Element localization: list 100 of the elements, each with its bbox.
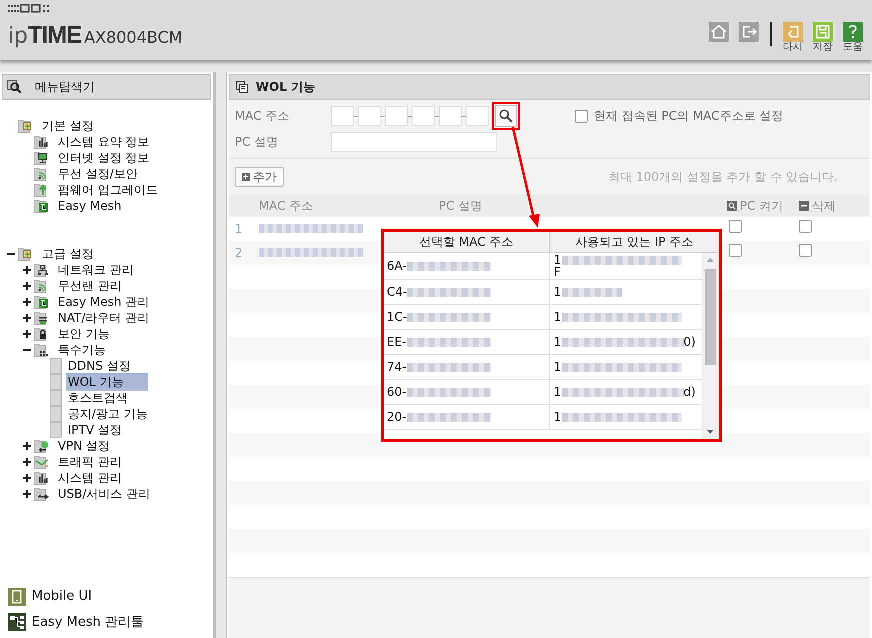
table-cell-text: 20- xyxy=(387,409,407,426)
menu-item[interactable]: USB/서비스 관리 xyxy=(56,485,152,503)
search-icon xyxy=(499,109,513,123)
mac-octet-field[interactable] xyxy=(466,106,489,126)
table-cell: 1 xyxy=(554,386,562,398)
menu-item[interactable]: WOL 기능 xyxy=(66,373,148,391)
checkbox[interactable] xyxy=(729,244,742,257)
menu-item[interactable]: 네트워크 관리 xyxy=(56,261,136,279)
checkbox[interactable] xyxy=(575,110,588,122)
menu-item[interactable]: 고급 설정 xyxy=(40,245,96,263)
expand-icon[interactable] xyxy=(23,458,31,466)
checkbox[interactable] xyxy=(799,220,812,233)
table-cell-text: F xyxy=(554,266,562,278)
menu-item[interactable]: 기본 설정 xyxy=(40,117,96,135)
field-label: MAC 주소 xyxy=(235,108,291,125)
checkbox[interactable] xyxy=(729,220,742,233)
menu-item[interactable]: 특수기능 xyxy=(56,341,108,359)
blurred-text xyxy=(562,288,622,296)
brand-name: TIME xyxy=(28,21,82,51)
expand-icon[interactable] xyxy=(23,330,31,338)
menu-item[interactable]: 시스템 관리 xyxy=(56,469,124,487)
undo-button[interactable]: 다시 xyxy=(782,22,804,54)
home-button[interactable] xyxy=(708,22,730,42)
mac-octet-field[interactable] xyxy=(412,106,435,126)
page-icon xyxy=(50,358,62,374)
window-icon xyxy=(236,81,248,93)
plus-icon xyxy=(242,173,250,181)
menu-item[interactable]: 펌웨어 업그레이드 xyxy=(56,181,160,199)
help-icon xyxy=(843,22,863,42)
menu-item[interactable]: IPTV 설정 xyxy=(66,421,124,439)
scrollbar[interactable] xyxy=(702,253,719,439)
menu-item[interactable]: 시스템 요약 정보 xyxy=(56,133,152,151)
expand-icon[interactable] xyxy=(23,282,31,290)
phone-icon xyxy=(8,588,26,606)
column-header: PC 설명 xyxy=(439,198,484,215)
menu-item[interactable]: 무선랜 관리 xyxy=(56,277,124,295)
search-button[interactable] xyxy=(495,105,517,127)
row-number: 2 xyxy=(234,245,244,262)
expand-icon[interactable] xyxy=(23,442,31,450)
undo-icon xyxy=(783,22,803,42)
table-cell: 1 xyxy=(554,286,562,298)
scrollbar-thumb[interactable] xyxy=(705,269,716,365)
menu-item[interactable]: 공지/광고 기능 xyxy=(66,405,150,423)
collapse-icon[interactable] xyxy=(7,250,15,258)
column-header: 삭제 xyxy=(812,198,836,215)
add-button[interactable]: 추가 xyxy=(235,167,284,187)
search-icon xyxy=(727,201,737,211)
footer-link[interactable]: Easy Mesh 관리툴 xyxy=(8,612,205,632)
model-name: AX8004BCM xyxy=(84,27,183,49)
table-cell: 1 xyxy=(554,254,562,266)
row-number: 1 xyxy=(234,221,244,238)
menu-item[interactable]: 호스트검색 xyxy=(66,389,130,407)
help-button[interactable]: 도움 xyxy=(842,22,864,54)
page-icon xyxy=(50,422,62,438)
table-cell: 1 xyxy=(554,311,562,323)
column-header: 선택할 MAC 주소 xyxy=(384,232,550,252)
panel-title: WOL 기능 xyxy=(256,79,316,96)
field-label: PC 설명 xyxy=(235,134,280,151)
collapse-icon[interactable] xyxy=(23,346,31,354)
checkbox-label: 현재 접속된 PC의 MAC주소로 설정 xyxy=(594,108,784,125)
table-cell-text: 60- xyxy=(387,384,407,401)
menu-item[interactable]: DDNS 설정 xyxy=(66,357,133,375)
minus-icon xyxy=(799,201,809,211)
mac-octet-field[interactable] xyxy=(439,106,462,126)
menu-item[interactable]: Easy Mesh xyxy=(56,197,124,215)
expand-icon[interactable] xyxy=(23,474,31,482)
page-icon xyxy=(50,390,62,406)
panel-title: 메뉴탐색기 xyxy=(35,79,95,96)
home-icon xyxy=(709,22,729,42)
expand-icon[interactable] xyxy=(23,298,31,306)
column-header: MAC 주소 xyxy=(259,198,315,215)
table-cell: 0) xyxy=(684,336,696,348)
expand-icon[interactable] xyxy=(23,314,31,322)
menu-item[interactable]: VPN 설정 xyxy=(56,437,112,455)
logout-button[interactable] xyxy=(738,22,760,42)
menu-item[interactable]: 무선 설정/보안 xyxy=(56,165,140,183)
mac-octet-field[interactable] xyxy=(331,106,354,126)
mac-octet-field[interactable] xyxy=(385,106,408,126)
page-icon xyxy=(50,374,62,390)
menu-item[interactable]: Easy Mesh 관리 xyxy=(56,293,152,311)
menu-item[interactable]: 인터넷 설정 정보 xyxy=(56,149,152,167)
footer-link[interactable]: Mobile UI xyxy=(8,587,205,606)
input-field[interactable] xyxy=(331,132,497,152)
menu-item[interactable]: NAT/라우터 관리 xyxy=(56,309,152,327)
save-button[interactable]: 저장 xyxy=(812,22,834,54)
table-cell-text: EE- xyxy=(387,334,406,351)
search-icon xyxy=(7,80,23,94)
table-cell: 1 xyxy=(554,361,562,373)
menu-item[interactable]: 보안 기능 xyxy=(56,325,112,343)
column-header: 사용되고 있는 IP 주소 xyxy=(574,234,695,251)
mac-octet-field[interactable] xyxy=(358,106,381,126)
logout-icon xyxy=(739,22,759,42)
table-cell: 1 xyxy=(554,336,562,348)
expand-icon[interactable] xyxy=(23,266,31,274)
checkbox[interactable] xyxy=(799,244,812,257)
menu-item[interactable]: 트래픽 관리 xyxy=(56,453,124,471)
logo-icon xyxy=(8,4,52,14)
page-icon xyxy=(50,406,62,422)
expand-icon[interactable] xyxy=(23,490,31,498)
tree-icon xyxy=(8,613,26,632)
